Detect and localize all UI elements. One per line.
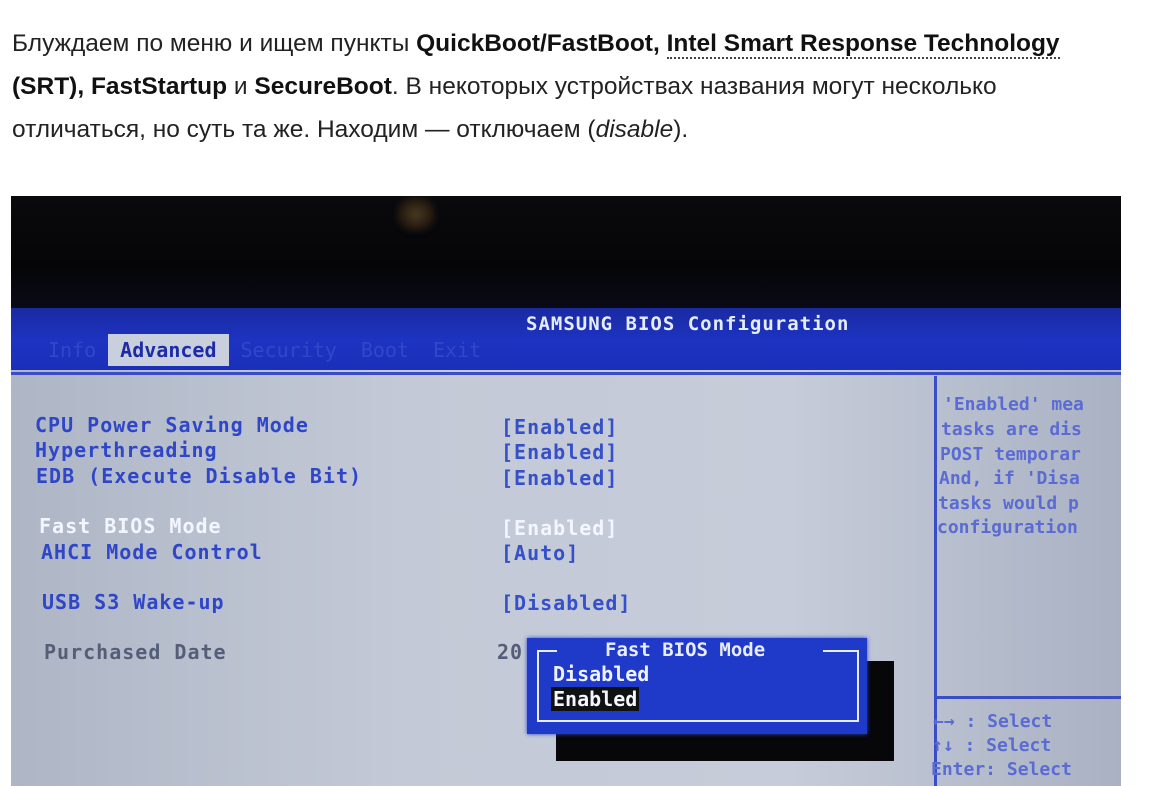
term-quickboot: QuickBoot/FastBoot (416, 30, 653, 57)
bios-title: SAMSUNG BIOS Configuration (526, 313, 850, 335)
popup-option-disabled[interactable]: Disabled (553, 662, 649, 686)
setting-hyperthreading-value[interactable]: [Enabled] (501, 440, 618, 464)
help-text-line: tasks would p (938, 493, 1079, 514)
article-paragraph: Блуждаем по меню и ищем пункты QuickBoot… (12, 22, 1132, 151)
setting-usb-s3-label[interactable]: USB S3 Wake-up (42, 590, 225, 614)
setting-purchased-date-value: 20 (497, 640, 524, 664)
help-text-line: configuration (937, 517, 1078, 538)
popup-option-enabled[interactable]: Enabled (551, 687, 640, 711)
bios-help-hdivider (934, 696, 1121, 699)
help-text-line: 'Enabled' mea (943, 394, 1084, 415)
term-faststartup: FastStartup (90, 73, 228, 100)
help-text-line: POST temporar (940, 444, 1081, 465)
setting-usb-s3-value[interactable]: [Disabled] (501, 591, 631, 615)
setting-fast-bios-value[interactable]: [Enabled] (501, 516, 618, 540)
setting-edb-value[interactable]: [Enabled] (501, 466, 618, 490)
text-segment: ). (673, 116, 689, 143)
key-hint-left-right: ←→ : Select (933, 711, 1053, 732)
setting-cpu-power-value[interactable]: [Enabled] (501, 415, 618, 439)
setting-hyperthreading-label[interactable]: Hyperthreading (35, 438, 218, 462)
tab-boot[interactable]: Boot (349, 334, 421, 366)
text-comma: , (652, 30, 667, 57)
photo-dark-area (11, 196, 1121, 312)
term-secureboot: SecureBoot (254, 73, 392, 100)
bios-tabs: Info Advanced Security Boot Exit (36, 334, 493, 366)
setting-purchased-date-label: Purchased Date (44, 640, 227, 664)
bios-photo: SAMSUNG BIOS Configuration Info Advanced… (11, 196, 1121, 786)
term-intel-srt-link[interactable]: Intel Smart Response Technology (666, 30, 1060, 59)
popup-title: Fast BIOS Mode (599, 639, 772, 661)
setting-edb-label[interactable]: EDB (Execute Disable Bit) (36, 464, 362, 488)
setting-ahci-label[interactable]: AHCI Mode Control (41, 540, 263, 564)
term-disable: disable (595, 116, 674, 143)
tab-info[interactable]: Info (36, 334, 108, 366)
key-hint-up-down: ↑↓ : Select (932, 735, 1052, 756)
text-and: и (227, 73, 255, 100)
text-segment: Блуждаем по меню и ищем пункты (12, 30, 417, 57)
fast-bios-mode-popup: Fast BIOS Mode Disabled Enabled (527, 638, 867, 734)
text-srt: (SRT), (12, 73, 91, 100)
bios-divider (11, 372, 1121, 375)
blurred-object (396, 196, 436, 232)
help-text-line: tasks are dis (941, 419, 1082, 440)
tab-security[interactable]: Security (229, 334, 349, 366)
setting-ahci-value[interactable]: [Auto] (501, 541, 579, 565)
setting-fast-bios-label[interactable]: Fast BIOS Mode (39, 514, 222, 538)
setting-cpu-power-label[interactable]: CPU Power Saving Mode (35, 413, 309, 437)
tab-exit[interactable]: Exit (421, 334, 493, 366)
key-hint-enter: Enter: Select (931, 759, 1072, 780)
help-text-line: And, if 'Disa (939, 468, 1080, 489)
tab-advanced[interactable]: Advanced (108, 334, 229, 366)
